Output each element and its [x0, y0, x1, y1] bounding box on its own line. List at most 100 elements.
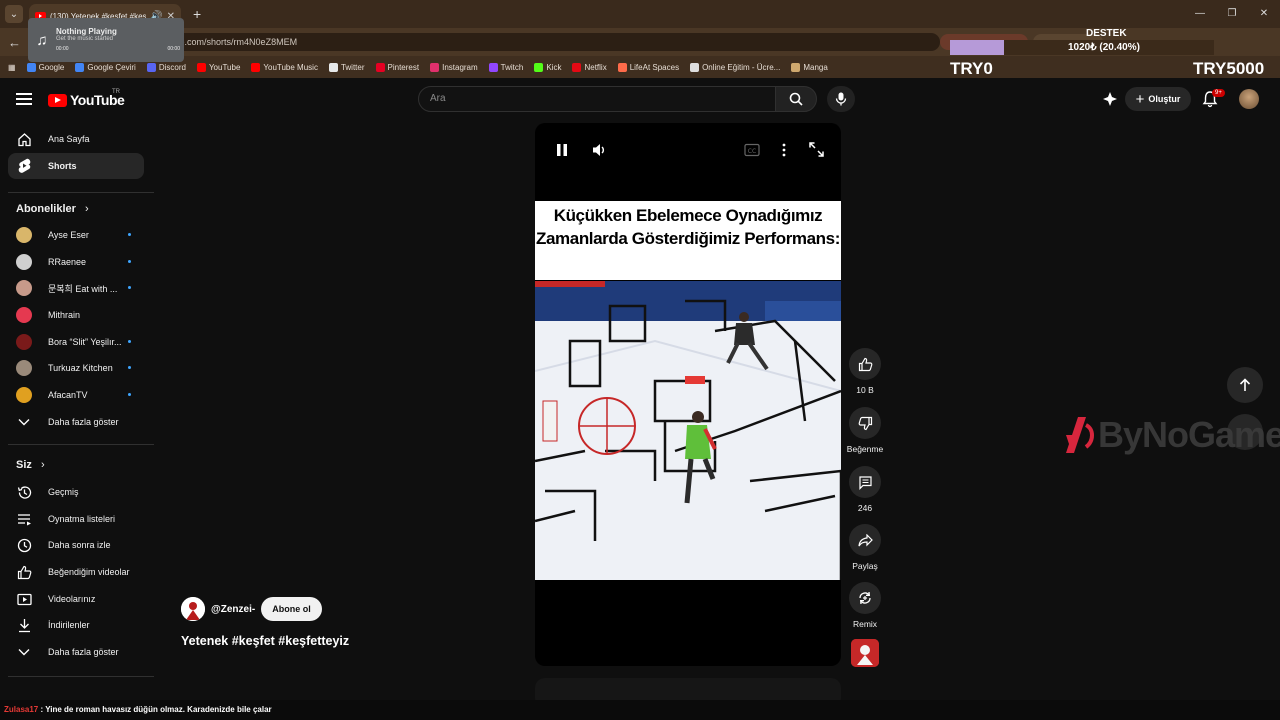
remix-action[interactable]: Remix	[846, 582, 884, 629]
new-content-dot	[128, 340, 131, 343]
bookmark-item[interactable]: Pinterest	[375, 62, 420, 72]
bookmark-item[interactable]: Manga	[791, 62, 828, 72]
music-time-start: 00:00	[56, 45, 69, 52]
bookmark-item[interactable]: Instagram	[430, 62, 478, 72]
bookmark-item[interactable]: Discord	[146, 62, 186, 72]
bookmark-favicon-icon	[146, 62, 156, 72]
remix-button[interactable]	[849, 582, 881, 614]
you-header[interactable]: Siz ›	[16, 459, 45, 471]
chat-username: Zulasa17	[4, 705, 39, 714]
search-icon	[789, 92, 803, 106]
subscription-label: 문복희 Eat with ...	[48, 283, 118, 294]
chevron-down-icon	[16, 644, 32, 660]
music-title: Nothing Playing	[56, 26, 117, 36]
home-icon	[16, 131, 32, 147]
restore-button[interactable]: ❐	[1216, 0, 1248, 28]
sidebar-subscription-item[interactable]: AfacanTV	[8, 382, 144, 408]
minimize-button[interactable]: —	[1184, 0, 1216, 28]
new-content-dot	[128, 366, 131, 369]
bookmark-item[interactable]: Twitter	[328, 62, 365, 72]
bookmark-item[interactable]: Kick	[534, 62, 561, 72]
captions-icon[interactable]: CC	[744, 143, 760, 157]
you-show-more[interactable]: Daha fazla göster	[8, 639, 144, 665]
menu-icon[interactable]	[16, 93, 32, 105]
sidebar-item-label: Oynatma listeleri	[48, 514, 116, 524]
channel-avatar[interactable]	[181, 597, 205, 621]
more-options-icon[interactable]	[781, 143, 787, 157]
chevron-down-icon	[16, 414, 32, 430]
comments-action[interactable]: 246	[846, 466, 884, 513]
subscriptions-header[interactable]: Abonelikler ›	[16, 203, 89, 215]
sidebar-item-watch-later[interactable]: Daha sonra izle	[8, 532, 144, 558]
channel-row: @Zenzei- Abone ol	[181, 597, 322, 621]
comments-button[interactable]	[849, 466, 881, 498]
sidebar-item-history[interactable]: Geçmiş	[8, 479, 144, 505]
subscription-label: Turkuaz Kitchen	[48, 363, 113, 373]
donation-progress-fill	[950, 40, 1004, 55]
chevron-right-icon: ›	[84, 203, 89, 215]
like-count: 10 B	[856, 385, 874, 395]
bookmark-item[interactable]: Twitch	[488, 62, 523, 72]
bookmark-item[interactable]: Online Eğitim - Ücre...	[690, 62, 780, 72]
sparkle-icon[interactable]	[1102, 91, 1118, 107]
sidebar-item-your-videos[interactable]: Videolarınız	[8, 586, 144, 612]
search-input[interactable]: Ara	[418, 86, 776, 112]
sidebar-subscription-item[interactable]: 문복희 Eat with ...	[8, 275, 144, 301]
apps-grid-icon[interactable]: ▦	[8, 63, 16, 72]
new-content-dot	[128, 260, 131, 263]
tab-list-button[interactable]: ⌄	[5, 5, 23, 23]
share-button[interactable]	[849, 524, 881, 556]
sidebar-item-shorts[interactable]: Shorts	[8, 153, 144, 179]
subscriptions-header-label: Abonelikler	[16, 203, 76, 215]
sidebar-item-label: Daha fazla göster	[48, 647, 119, 657]
bookmark-item[interactable]: YouTube Music	[251, 62, 318, 72]
dislike-action[interactable]: Beğenme	[846, 407, 884, 454]
pause-icon[interactable]	[556, 143, 568, 157]
audio-source-thumbnail[interactable]	[851, 639, 879, 667]
playlist-icon	[16, 511, 32, 527]
subscription-label: AfacanTV	[48, 390, 88, 400]
sidebar-subscription-item[interactable]: Mithrain	[8, 302, 144, 328]
bookmark-item[interactable]: Google Çeviri	[75, 62, 136, 72]
dislike-button[interactable]	[849, 407, 881, 439]
channel-avatar	[16, 254, 32, 270]
volume-icon[interactable]	[591, 142, 607, 158]
bookmark-item[interactable]: Netflix	[572, 62, 607, 72]
address-bar[interactable]: https://www.youtube.com/shorts/rm4N0eZ8M…	[80, 33, 940, 51]
new-tab-button[interactable]: +	[193, 6, 201, 22]
sidebar-item-home[interactable]: Ana Sayfa	[8, 126, 144, 152]
shorts-player[interactable]: CC Küçükken Ebelemece Oynadığımız Zamanl…	[535, 123, 841, 666]
like-button[interactable]	[849, 348, 881, 380]
sidebar-subscription-item[interactable]: RRaenee	[8, 249, 144, 275]
sidebar-item-liked-videos[interactable]: Beğendiğim videolar	[8, 559, 144, 585]
sidebar-item-playlists[interactable]: Oynatma listeleri	[8, 506, 144, 532]
bookmark-label: Pinterest	[387, 62, 420, 72]
share-action[interactable]: Paylaş	[846, 524, 884, 571]
sidebar-item-downloads[interactable]: İndirilenler	[8, 612, 144, 638]
create-label: Oluştur	[1148, 94, 1181, 104]
channel-avatar	[16, 227, 32, 243]
sidebar-subscription-item[interactable]: Bora “Slit” Yeşilır...	[8, 329, 144, 355]
sidebar-subscription-item[interactable]: Turkuaz Kitchen	[8, 355, 144, 381]
subscribe-button[interactable]: Abone ol	[261, 597, 322, 621]
window-close-button[interactable]: ✕	[1248, 0, 1280, 28]
previous-short-button[interactable]	[1227, 367, 1263, 403]
fullscreen-icon[interactable]	[809, 142, 824, 157]
search-button[interactable]	[775, 86, 817, 112]
subscriptions-show-more[interactable]: Daha fazla göster	[8, 409, 144, 435]
like-action[interactable]: 10 B	[846, 348, 884, 395]
account-avatar[interactable]	[1239, 89, 1259, 109]
bookmark-item[interactable]: YouTube	[196, 62, 240, 72]
sidebar-subscription-item[interactable]: Ayse Eser	[8, 222, 144, 248]
new-content-dot	[128, 233, 131, 236]
back-arrow-icon[interactable]: ←	[8, 35, 24, 50]
bookmark-item[interactable]: LifeAt Spaces	[617, 62, 679, 72]
channel-avatar	[16, 360, 32, 376]
channel-name[interactable]: @Zenzei-	[211, 604, 255, 615]
create-button[interactable]: + Oluştur	[1125, 87, 1191, 111]
bookmark-item[interactable]: Google	[26, 62, 64, 72]
sidebar-item-label: Shorts	[48, 161, 77, 171]
voice-search-button[interactable]	[827, 86, 855, 112]
history-icon	[16, 484, 32, 500]
short-title[interactable]: Yetenek #keşfet #keşfetteyiz	[181, 634, 349, 648]
